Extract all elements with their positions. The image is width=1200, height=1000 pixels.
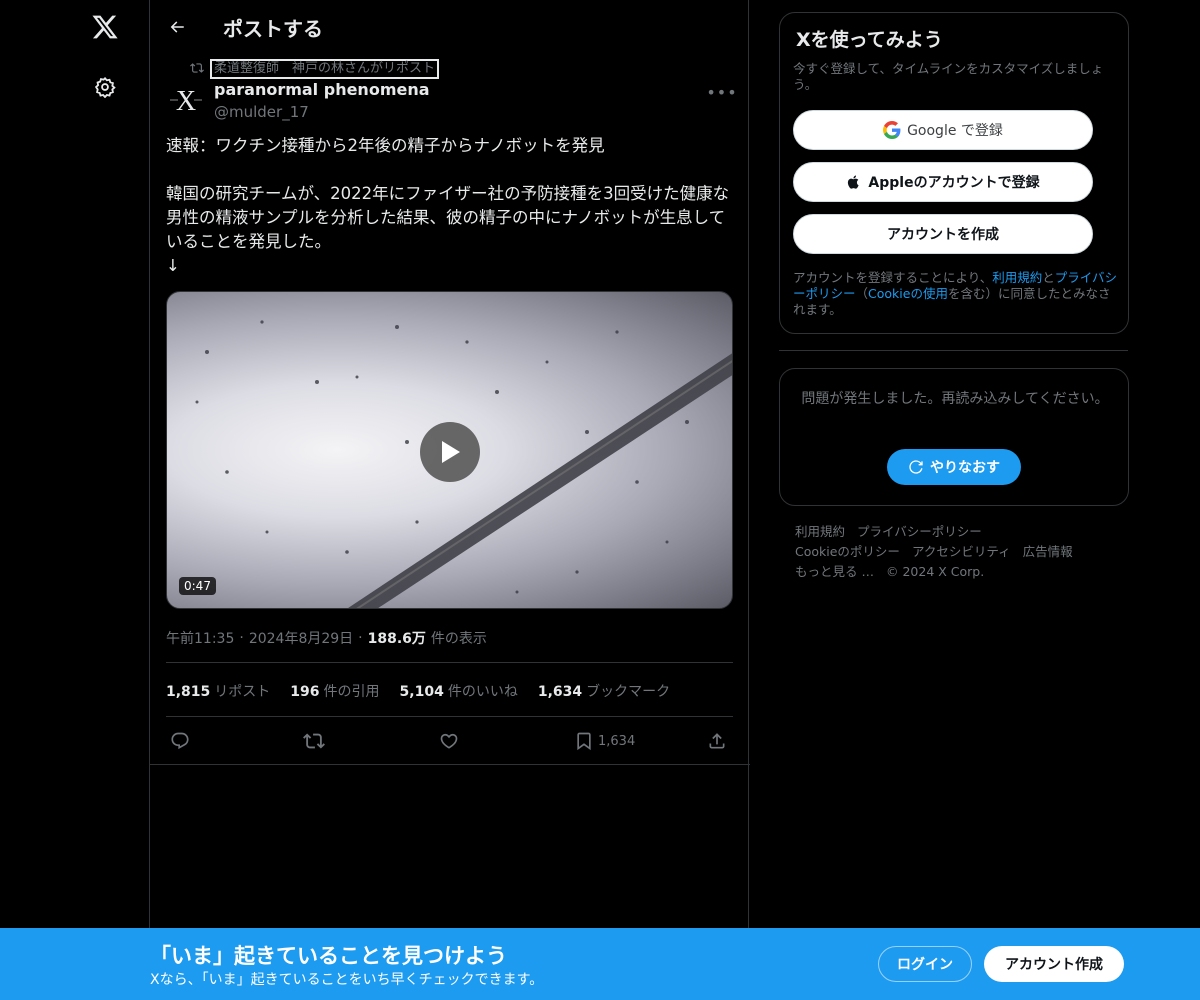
post-time[interactable]: 午前11:35 bbox=[166, 628, 234, 648]
page-header: ポストする bbox=[150, 0, 750, 54]
create-account-button[interactable]: アカウントを作成 bbox=[793, 214, 1093, 254]
reply-icon bbox=[171, 732, 189, 750]
share-button[interactable] bbox=[707, 726, 727, 756]
footer-link[interactable]: 利用規約 bbox=[795, 524, 845, 539]
error-card: 問題が発生しました。再読み込みしてください。 やりなおす bbox=[779, 368, 1129, 506]
bookmark-icon bbox=[577, 732, 591, 751]
video-duration: 0:47 bbox=[179, 577, 216, 595]
views-label: 件の表示 bbox=[430, 631, 487, 647]
repost-by-link[interactable]: 柔道整復師 神戸の林さんがリポスト bbox=[210, 59, 440, 79]
terms-link[interactable]: 利用規約 bbox=[992, 270, 1042, 285]
divider bbox=[166, 716, 733, 717]
views-count: 188.6万 bbox=[367, 631, 426, 647]
share-icon bbox=[709, 733, 725, 749]
footer-link[interactable]: プライバシーポリシー bbox=[857, 524, 982, 539]
repost-icon bbox=[190, 60, 204, 79]
main-column: ポストする 柔道整復師 神戸の林さんがリポスト X paranormal phe… bbox=[149, 0, 750, 1000]
repost-indicator: 柔道整復師 神戸の林さんがリポスト bbox=[190, 59, 440, 79]
apple-icon bbox=[848, 175, 859, 189]
banner-create-account-button[interactable]: アカウント作成 bbox=[984, 946, 1124, 982]
post-stats: 1,815 リポスト 196 件の引用 5,104 件のいいね 1,634 ブックマーク bbox=[166, 681, 670, 701]
apple-signup-button[interactable]: Appleのアカウントで登録 bbox=[793, 162, 1093, 202]
banner-subtitle: Xなら、「いま」起きていることをいち早くチェックできます。 bbox=[150, 972, 544, 988]
likes-stat[interactable]: 5,104 件のいいね bbox=[400, 681, 518, 701]
copyright: © 2024 X Corp. bbox=[885, 564, 985, 579]
post-date[interactable]: 2024年8月29日 bbox=[249, 628, 353, 648]
bookmarks-stat[interactable]: 1,634 ブックマーク bbox=[538, 681, 670, 701]
google-signup-button[interactable]: Google で登録 bbox=[793, 110, 1093, 150]
author-name[interactable]: paranormal phenomena bbox=[214, 80, 430, 99]
gear-icon[interactable] bbox=[88, 70, 122, 104]
banner-title: 「いま」起きていることを見つけよう bbox=[150, 944, 507, 968]
refresh-icon bbox=[909, 460, 923, 474]
google-icon bbox=[883, 121, 901, 139]
signup-subtitle: 今すぐ登録して、タイムラインをカスタマイズしましょう。 bbox=[793, 61, 1104, 92]
footer-link[interactable]: 広告情報 bbox=[1023, 544, 1073, 559]
avatar[interactable]: X bbox=[166, 80, 206, 120]
retry-button[interactable]: やりなおす bbox=[887, 449, 1021, 485]
footer-link[interactable]: アクセシビリティ bbox=[912, 544, 1011, 559]
more-options-icon[interactable]: ••• bbox=[706, 80, 736, 104]
svg-text:X: X bbox=[176, 86, 196, 117]
author-handle[interactable]: @mulder_17 bbox=[214, 103, 309, 121]
reposts-stat[interactable]: 1,815 リポスト bbox=[166, 681, 270, 701]
login-button[interactable]: ログイン bbox=[878, 946, 972, 982]
divider bbox=[150, 764, 750, 765]
left-nav bbox=[0, 0, 150, 1000]
footer-links: 利用規約 プライバシーポリシー Cookieのポリシー アクセシビリティ 広告情報 も… bbox=[795, 522, 1115, 582]
repost-icon bbox=[303, 733, 325, 749]
bookmark-button[interactable]: 1,634 bbox=[574, 726, 635, 756]
post-meta: 午前11:35 · 2024年8月29日 · 188.6万 件の表示 bbox=[166, 628, 487, 648]
page-title: ポストする bbox=[223, 17, 323, 41]
bookmark-count: 1,634 bbox=[598, 733, 636, 749]
cookie-link[interactable]: Cookieの使用 bbox=[868, 286, 948, 301]
signup-banner: 「いま」起きていることを見つけよう Xなら、「いま」起きていることをいち早くチェ… bbox=[0, 928, 1200, 1000]
video-player[interactable]: 0:47 bbox=[166, 291, 733, 609]
post-text: 速報：ワクチン接種から2年後の精子からナノボットを発見 韓国の研究チームが、20… bbox=[166, 136, 730, 275]
signup-title: Xを使ってみよう bbox=[796, 29, 943, 51]
divider bbox=[779, 350, 1128, 351]
footer-more-link[interactable]: もっと見る … bbox=[795, 564, 874, 579]
error-message: 問題が発生しました。再読み込みしてください。 bbox=[801, 391, 1109, 407]
signup-card: Xを使ってみよう 今すぐ登録して、タイムラインをカスタマイズしましょう。 Goo… bbox=[779, 12, 1129, 334]
reply-button[interactable] bbox=[170, 726, 190, 756]
heart-icon bbox=[440, 733, 458, 749]
like-button[interactable] bbox=[439, 726, 459, 756]
footer-link[interactable]: Cookieのポリシー bbox=[795, 544, 900, 559]
post-actions: 1,634 bbox=[166, 726, 733, 756]
signup-legal-text: アカウントを登録することにより、利用規約とプライバシーポリシー（Cookieの使… bbox=[793, 270, 1118, 317]
repost-button[interactable] bbox=[303, 726, 325, 756]
x-logo-icon[interactable] bbox=[88, 10, 122, 44]
divider bbox=[166, 662, 733, 663]
back-arrow-icon[interactable] bbox=[162, 12, 192, 42]
play-button[interactable] bbox=[420, 422, 480, 482]
quotes-stat[interactable]: 196 件の引用 bbox=[290, 681, 379, 701]
